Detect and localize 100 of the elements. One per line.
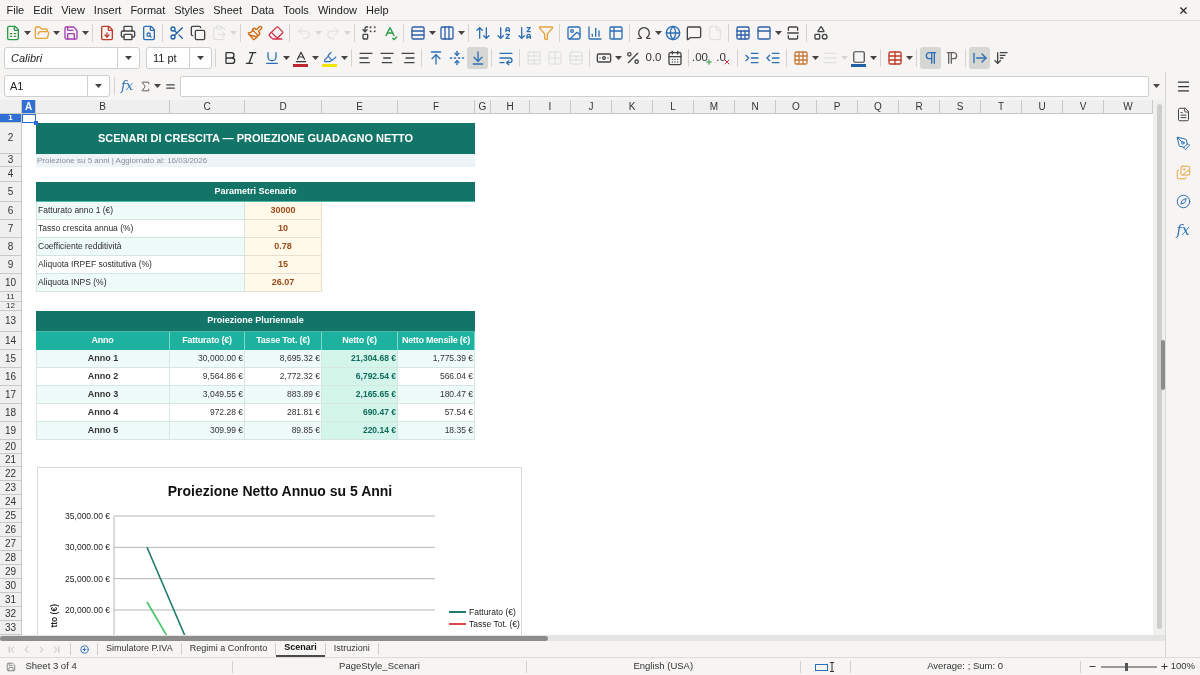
column-header[interactable]: E xyxy=(322,100,398,114)
function-wizard-button[interactable]: fx xyxy=(117,75,137,97)
row-header[interactable]: 30 xyxy=(0,579,22,593)
table-cell: Anno 4 xyxy=(36,404,170,422)
row-header[interactable]: 17 xyxy=(0,386,22,404)
row-header[interactable]: 2 xyxy=(0,123,22,154)
row-header[interactable]: 15 xyxy=(0,350,22,368)
row-header[interactable]: 4 xyxy=(0,167,22,182)
formula-input-field[interactable] xyxy=(180,75,1149,97)
menu-item[interactable]: Styles xyxy=(169,1,209,19)
row-header[interactable]: 1 xyxy=(0,114,22,123)
table-cell: 30000 xyxy=(245,202,322,220)
row-header[interactable]: 31 xyxy=(0,593,22,607)
row-header[interactable]: 9 xyxy=(0,256,22,274)
sheet-tab[interactable]: Istruzioni xyxy=(325,641,378,657)
column-header[interactable]: N xyxy=(735,100,776,114)
menu-item[interactable]: Sheet xyxy=(208,1,247,19)
column-header[interactable]: U xyxy=(1022,100,1063,114)
column-header[interactable]: P xyxy=(817,100,858,114)
row-header[interactable]: 16 xyxy=(0,368,22,386)
column-header[interactable]: I xyxy=(530,100,571,114)
caret-icon xyxy=(125,56,132,60)
row-header[interactable]: 8 xyxy=(0,238,22,256)
row-header[interactable]: 27 xyxy=(0,537,22,551)
column-header[interactable]: Q xyxy=(858,100,899,114)
row-header[interactable]: 7 xyxy=(0,220,22,238)
slider-thumb[interactable] xyxy=(1124,662,1128,671)
menu-item[interactable]: Insert xyxy=(89,1,126,19)
column-header[interactable]: D xyxy=(245,100,322,114)
indent-increase-icon xyxy=(743,50,760,66)
zoom-percentage[interactable]: 100% xyxy=(1170,659,1195,674)
add-sheet-button[interactable] xyxy=(77,642,91,656)
row-header[interactable]: 19 xyxy=(0,422,22,440)
row-header[interactable]: 33 xyxy=(0,621,22,635)
column-header[interactable]: G xyxy=(475,100,491,114)
column-header[interactable]: O xyxy=(776,100,817,114)
row-header[interactable]: 32 xyxy=(0,607,22,621)
functions-button[interactable]: fx xyxy=(1168,216,1198,245)
menu-item[interactable]: Tools xyxy=(278,1,314,19)
menu-item[interactable]: Help xyxy=(361,1,394,19)
row-header[interactable]: 29 xyxy=(0,565,22,579)
row-header[interactable]: 5 xyxy=(0,182,22,202)
row-header[interactable]: 21 xyxy=(0,454,22,467)
speech-bubble-icon xyxy=(685,24,702,41)
column-header[interactable]: C xyxy=(170,100,245,114)
row-header[interactable]: 20 xyxy=(0,440,22,454)
row-header[interactable]: 23 xyxy=(0,481,22,495)
column-header[interactable]: T xyxy=(981,100,1022,114)
row-header[interactable]: 26 xyxy=(0,523,22,537)
row-header[interactable]: 3 xyxy=(0,154,22,167)
name-box-field[interactable]: A1 xyxy=(4,75,110,97)
caret-icon xyxy=(869,56,877,60)
toolbar-button[interactable]: 0.0 xyxy=(643,47,664,69)
menu-item[interactable]: Data xyxy=(246,1,279,19)
cell-cursor xyxy=(22,114,36,123)
row-header[interactable]: 13 xyxy=(0,311,22,332)
column-header[interactable]: B xyxy=(36,100,170,114)
column-header[interactable]: A xyxy=(22,100,36,114)
menu-item[interactable]: View xyxy=(56,1,90,19)
column-header[interactable]: V xyxy=(1063,100,1104,114)
caret-icon xyxy=(774,30,782,35)
sheet-tab[interactable]: Simulatore P.IVA xyxy=(98,641,181,657)
column-header[interactable]: H xyxy=(491,100,530,114)
align-middle-icon xyxy=(448,50,465,66)
column-header[interactable]: J xyxy=(571,100,612,114)
row-header[interactable]: 10 xyxy=(0,274,22,292)
horizontal-scrollbar[interactable] xyxy=(0,635,1165,641)
font-name-field[interactable]: Calibri xyxy=(4,47,140,69)
font-size-field[interactable]: 11 pt xyxy=(146,47,212,69)
row-header[interactable]: 11 xyxy=(0,292,22,302)
row-header[interactable]: 22 xyxy=(0,467,22,481)
menu-item[interactable]: Format xyxy=(125,1,170,19)
column-header[interactable]: W xyxy=(1104,100,1153,114)
column-header[interactable]: R xyxy=(899,100,940,114)
menu-icon xyxy=(1175,78,1191,94)
row-header[interactable]: 6 xyxy=(0,202,22,220)
zoom-slider[interactable] xyxy=(1100,661,1157,672)
scrollbar-thumb[interactable] xyxy=(1156,104,1162,629)
row-header[interactable]: 25 xyxy=(0,509,22,523)
toolbar-button[interactable]: .00 xyxy=(692,47,713,69)
row-header[interactable]: 14 xyxy=(0,332,22,350)
sidebar-handle[interactable] xyxy=(1161,340,1165,390)
toolbar-button[interactable]: .0 xyxy=(713,47,734,69)
row-header[interactable]: 18 xyxy=(0,404,22,422)
column-header[interactable]: F xyxy=(398,100,475,114)
column-header[interactable]: M xyxy=(694,100,735,114)
menu-item[interactable]: Window xyxy=(313,1,362,19)
sheet-tab[interactable]: Regimi a Confronto xyxy=(181,641,276,657)
column-header[interactable]: K xyxy=(612,100,653,114)
menu-item[interactable]: Edit xyxy=(28,1,57,19)
row-header[interactable]: 24 xyxy=(0,495,22,509)
clipboard-icon xyxy=(210,24,227,41)
column-header[interactable]: S xyxy=(940,100,981,114)
menu-item[interactable]: File xyxy=(2,1,29,19)
percent-icon xyxy=(624,50,641,66)
column-header[interactable]: L xyxy=(653,100,694,114)
vertical-scrollbar[interactable] xyxy=(1153,100,1165,635)
caret-icon xyxy=(52,30,60,35)
row-header[interactable]: 28 xyxy=(0,551,22,565)
scrollbar-thumb[interactable] xyxy=(0,635,548,641)
